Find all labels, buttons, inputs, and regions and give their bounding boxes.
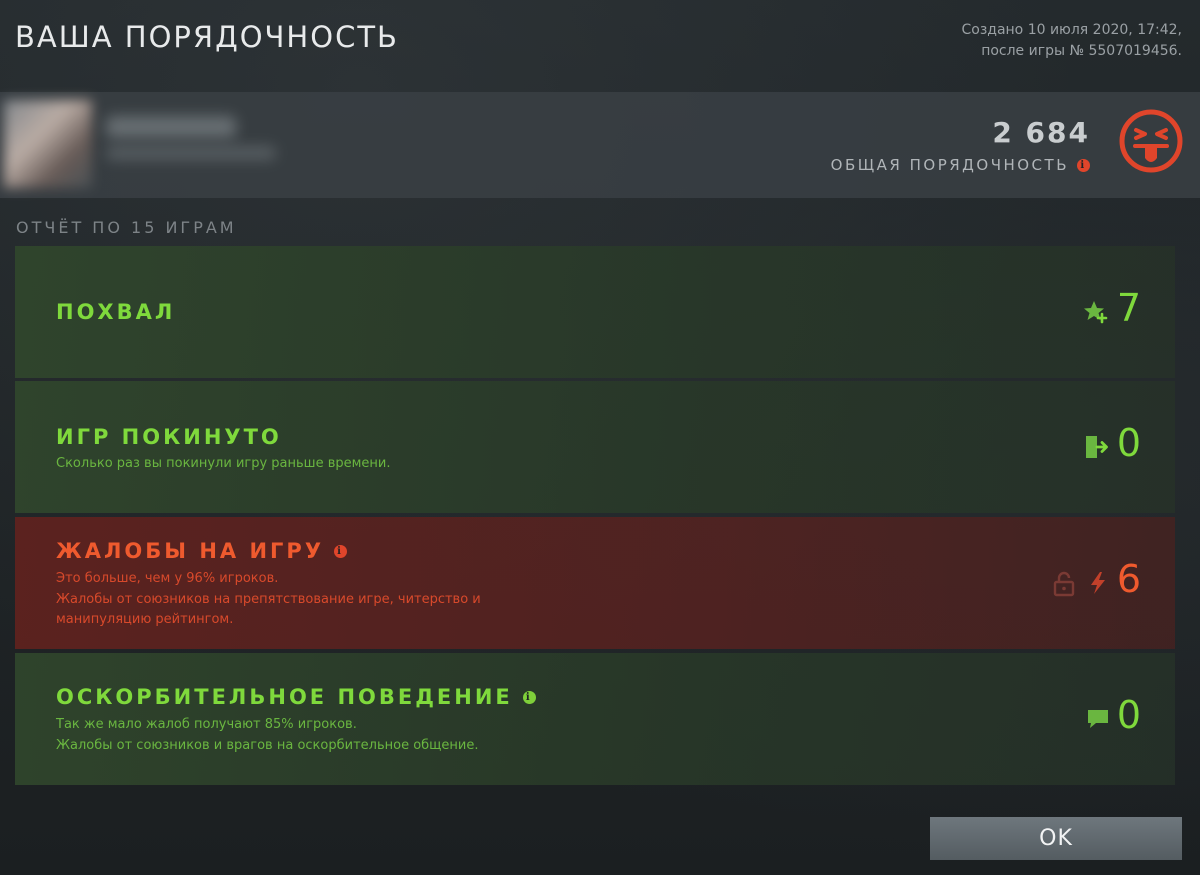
card-commends-title: ПОХВАЛ: [56, 300, 175, 324]
star-plus-icon: [1084, 301, 1108, 324]
exit-door-icon: [1086, 436, 1108, 458]
card-communication-description: Так же мало жалоб получают 85% игроков. …: [56, 715, 479, 756]
total-behavior-score: 2 684: [992, 116, 1090, 149]
card-communication-title-text: ОСКОРБИТЕЛЬНОЕ ПОВЕДЕНИЕ: [56, 685, 513, 709]
total-behavior-label: ОБЩАЯ ПОРЯДОЧНОСТЬ i: [831, 156, 1090, 174]
card-commends-value: 7: [1116, 286, 1141, 330]
player-name-blurred: [106, 116, 236, 138]
match-id: после игры № 5507019456.: [981, 43, 1182, 59]
card-abandons: ИГР ПОКИНУТО Сколько раз вы покинули игр…: [15, 381, 1175, 513]
page-title: ВАША ПОРЯДОЧНОСТЬ: [15, 20, 399, 54]
card-reports-line-1: Это больше, чем у 96% игроков.: [56, 571, 279, 586]
card-reports-description: Это больше, чем у 96% игроков. Жалобы от…: [56, 569, 481, 631]
info-icon[interactable]: i: [334, 544, 348, 558]
card-abandons-line-1: Сколько раз вы покинули игру раньше врем…: [56, 456, 391, 471]
report-heading: ОТЧЁТ ПО 15 ИГРАМ: [16, 218, 237, 237]
card-abandons-value: 0: [1116, 421, 1141, 465]
card-reports: ЖАЛОБЫ НА ИГРУ i Это больше, чем у 96% и…: [15, 517, 1175, 649]
card-communication: ОСКОРБИТЕЛЬНОЕ ПОВЕДЕНИЕ i Так же мало ж…: [15, 653, 1175, 785]
card-communication-line-1: Так же мало жалоб получают 85% игроков.: [56, 717, 357, 732]
card-commends-title-text: ПОХВАЛ: [56, 300, 176, 324]
avatar: [4, 100, 92, 188]
card-abandons-description: Сколько раз вы покинули игру раньше врем…: [56, 454, 391, 475]
player-subtitle-blurred: [106, 146, 276, 160]
lightning-icon: [1091, 572, 1105, 594]
card-communication-line-2: Жалобы от союзников и врагов на оскорбит…: [56, 737, 479, 753]
card-reports-value: 6: [1116, 557, 1141, 601]
card-abandons-title-text: ИГР ПОКИНУТО: [56, 425, 282, 449]
card-reports-title-text: ЖАЛОБЫ НА ИГРУ: [56, 539, 325, 563]
info-icon[interactable]: i: [522, 690, 536, 704]
card-commends: ПОХВАЛ 7: [15, 246, 1175, 378]
card-reports-line-3: манипуляцию рейтингом.: [56, 612, 234, 627]
card-reports-title: ЖАЛОБЫ НА ИГРУ i: [56, 539, 348, 563]
chat-bubble-icon: [1088, 710, 1108, 728]
card-communication-title: ОСКОРБИТЕЛЬНОЕ ПОВЕДЕНИЕ i: [56, 685, 536, 709]
card-reports-line-2: Жалобы от союзников на препятствование и…: [56, 591, 481, 607]
card-communication-value: 0: [1116, 693, 1141, 737]
card-abandons-title: ИГР ПОКИНУТО: [56, 425, 282, 449]
info-icon[interactable]: i: [1077, 158, 1090, 172]
total-behavior-label-text: ОБЩАЯ ПОРЯДОЧНОСТЬ: [830, 156, 1069, 174]
created-date: Создано 10 июля 2020, 17:42,: [961, 22, 1182, 38]
report-meta: Создано 10 июля 2020, 17:42, после игры …: [961, 20, 1182, 62]
lock-icon: [1053, 571, 1075, 597]
angry-face-icon: [1119, 109, 1183, 173]
ok-button[interactable]: OK: [930, 817, 1182, 860]
